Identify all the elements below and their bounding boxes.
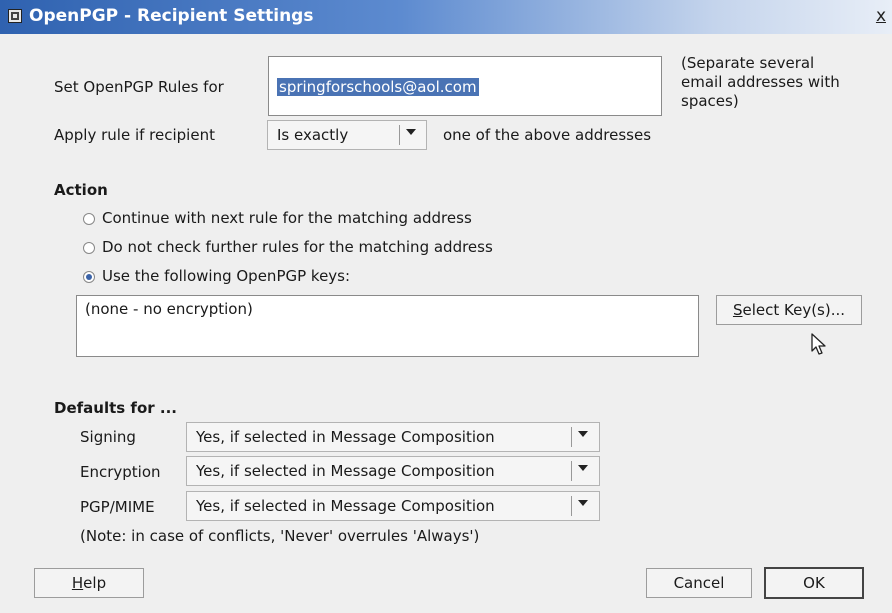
defaults-heading: Defaults for ... [54,399,177,417]
chevron-down-icon [578,500,588,506]
radio-do-not-check-further[interactable] [83,242,95,254]
rules-hint: (Separate several email addresses with s… [681,54,840,110]
chevron-down-icon [578,431,588,437]
email-value: springforschools@aol.com [277,78,479,96]
window-title: OpenPGP - Recipient Settings [29,6,314,26]
pgp-mime-label: PGP/MIME [80,498,155,516]
encryption-label: Encryption [80,463,161,481]
pgp-mime-dropdown[interactable]: Yes, if selected in Message Composition [186,491,600,521]
signing-label: Signing [80,428,136,446]
pgp-mime-value: Yes, if selected in Message Composition [196,497,495,515]
conflict-note: (Note: in case of conflicts, 'Never' ove… [80,527,480,545]
title-bar[interactable]: OpenPGP - Recipient Settings x [0,0,892,34]
option-continue-label[interactable]: Continue with next rule for the matching… [102,209,472,227]
keys-list-value: (none - no encryption) [85,300,253,318]
apply-rule-label: Apply rule if recipient [54,126,215,144]
radio-continue-next-rule[interactable] [83,213,95,225]
email-addresses-input[interactable]: springforschools@aol.com [268,56,662,116]
action-heading: Action [54,181,108,199]
signing-value: Yes, if selected in Message Composition [196,428,495,446]
option-use-keys-label[interactable]: Use the following OpenPGP keys: [102,267,350,285]
select-keys-button[interactable]: Select Key(s)... [716,295,862,325]
radio-use-following-keys[interactable] [83,271,95,283]
rules-label: Set OpenPGP Rules for [54,78,224,96]
ok-button[interactable]: OK [764,567,864,599]
keys-list[interactable]: (none - no encryption) [76,295,699,357]
cancel-button[interactable]: Cancel [646,568,752,598]
close-button[interactable]: x [876,6,886,26]
chevron-down-icon [578,465,588,471]
apply-rule-suffix: one of the above addresses [443,126,652,144]
encryption-dropdown[interactable]: Yes, if selected in Message Composition [186,456,600,486]
window-menu-icon[interactable] [8,9,22,23]
encryption-value: Yes, if selected in Message Composition [196,462,495,480]
option-do-not-check-label[interactable]: Do not check further rules for the match… [102,238,493,256]
match-type-value: Is exactly [277,126,349,144]
mouse-pointer-icon [811,333,826,355]
chevron-down-icon [406,129,416,135]
signing-dropdown[interactable]: Yes, if selected in Message Composition [186,422,600,452]
help-button[interactable]: Help [34,568,144,598]
match-type-dropdown[interactable]: Is exactly [267,120,427,150]
